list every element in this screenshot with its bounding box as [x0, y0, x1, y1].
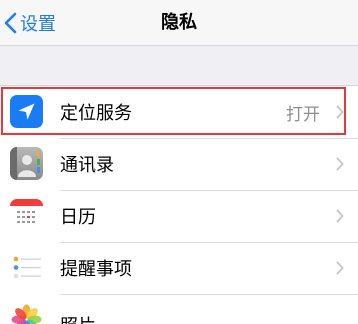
row-label: 照片 [60, 312, 96, 324]
row-label: 通讯录 [60, 151, 114, 177]
list-item-reminders[interactable]: 提醒事项 [0, 242, 358, 294]
list-item-contacts[interactable]: 通讯录 [0, 138, 358, 190]
row-label: 定位服务 [60, 99, 132, 125]
navigation-bar: 设置 隐私 [0, 0, 358, 46]
chevron-right-icon [336, 157, 344, 171]
chevron-right-icon [336, 105, 344, 119]
photos-icon [10, 303, 43, 324]
row-label: 日历 [60, 203, 96, 229]
reminders-icon [10, 251, 43, 284]
chevron-right-icon [336, 209, 344, 223]
row-label: 提醒事项 [60, 255, 132, 281]
privacy-settings-list: 定位服务 打开 通讯录 [0, 85, 358, 324]
list-item-location-services[interactable]: 定位服务 打开 [0, 86, 358, 138]
list-item-photos[interactable]: 照片 [0, 294, 358, 324]
calendar-icon [10, 199, 43, 232]
row-value: 打开 [286, 100, 320, 125]
chevron-right-icon [336, 261, 344, 275]
list-item-calendar[interactable]: 日历 [0, 190, 358, 242]
location-arrow-icon [10, 95, 43, 128]
contacts-icon [10, 147, 43, 180]
page-title: 隐私 [0, 0, 358, 46]
